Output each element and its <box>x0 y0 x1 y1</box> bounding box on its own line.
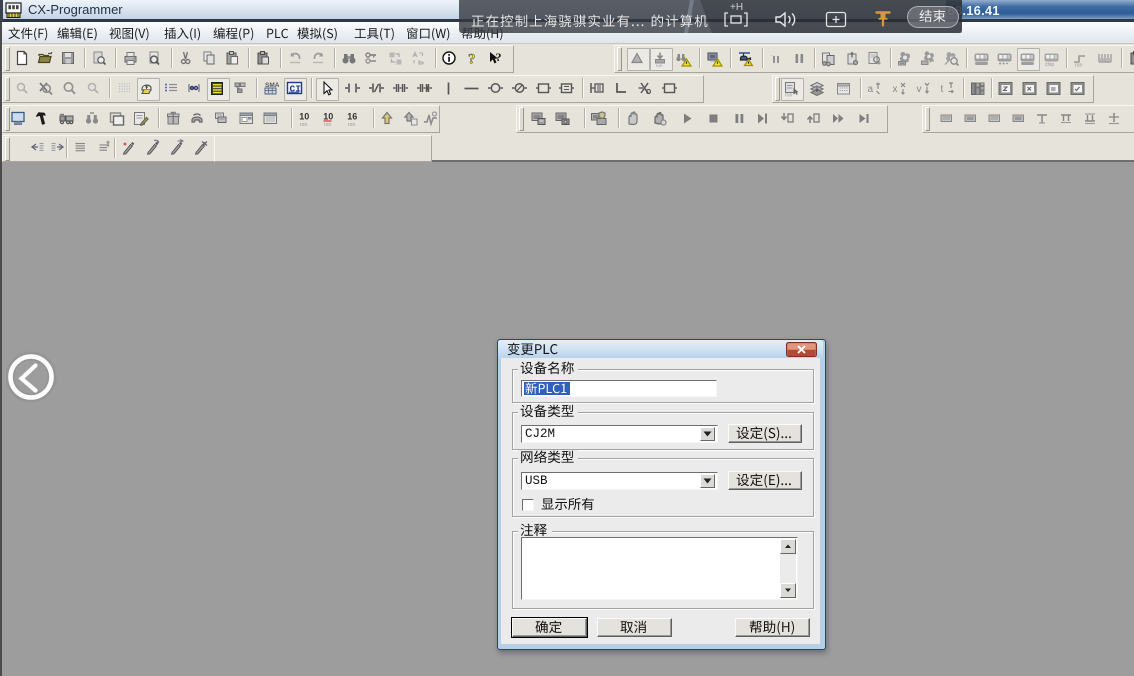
svg-text:CI: CI <box>290 84 301 95</box>
svg-text:t: t <box>941 84 944 95</box>
svg-text:ron: ron <box>300 122 307 127</box>
svg-text:ron: ron <box>1075 63 1082 68</box>
svg-text:10: 10 <box>299 112 309 122</box>
svg-text:ron: ron <box>324 122 331 127</box>
svg-text:ron: ron <box>348 122 355 127</box>
svg-text:16: 16 <box>347 112 357 122</box>
svg-text:ron: ron <box>656 63 663 67</box>
svg-text:?: ? <box>496 50 502 64</box>
svg-text:10: 10 <box>323 112 333 122</box>
svg-text:?: ? <box>468 52 476 68</box>
svg-text:..: .. <box>770 52 773 58</box>
svg-text:a: a <box>868 84 874 95</box>
svg-text:v: v <box>917 84 922 95</box>
svg-text:x: x <box>893 84 898 95</box>
svg-text:ron: ron <box>785 93 792 98</box>
svg-text:chip: chip <box>1045 62 1054 67</box>
